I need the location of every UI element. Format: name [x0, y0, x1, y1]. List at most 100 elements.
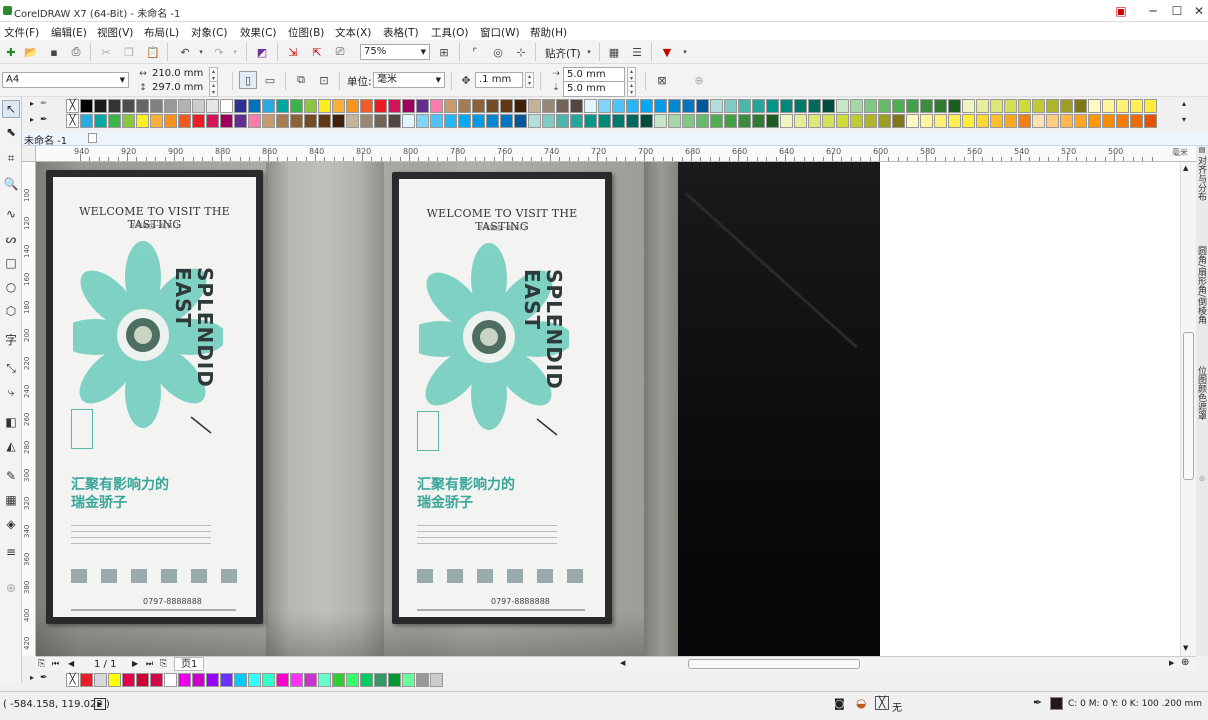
artistic-media-icon[interactable]: ᔕ: [2, 230, 20, 248]
color-swatch[interactable]: [444, 99, 457, 113]
color-swatch[interactable]: [234, 99, 247, 113]
doc-no-color-swatch[interactable]: ╳: [66, 673, 79, 687]
menu-tools[interactable]: 工具(O): [431, 25, 468, 40]
outline-pen-icon[interactable]: ≡: [2, 543, 20, 561]
color-swatch[interactable]: [444, 114, 457, 128]
color-swatch[interactable]: [108, 114, 121, 128]
color-swatch[interactable]: [990, 114, 1003, 128]
color-swatch[interactable]: [612, 99, 625, 113]
color-swatch[interactable]: [794, 99, 807, 113]
horizontal-ruler[interactable]: 940 920 900 880 860 840 820 800 780 760 740 720 700 6…: [36, 146, 1196, 162]
color-swatch[interactable]: [682, 99, 695, 113]
color-swatch[interactable]: [276, 114, 289, 128]
color-swatch[interactable]: [570, 99, 583, 113]
color-swatch[interactable]: [836, 114, 849, 128]
color-eyedropper-icon[interactable]: ✎: [2, 467, 20, 485]
color-swatch[interactable]: [584, 99, 597, 113]
polygon-tool-icon[interactable]: ⬡: [2, 302, 20, 320]
quick-customize-icon[interactable]: ⊕: [690, 71, 708, 89]
launcher-dropdown-icon[interactable]: ▾: [676, 43, 694, 61]
color-swatch[interactable]: [1130, 114, 1143, 128]
color-swatch[interactable]: [878, 114, 891, 128]
no-color-swatch[interactable]: ╳: [66, 99, 79, 113]
scroll-up-icon[interactable]: ▲: [1183, 164, 1188, 172]
color-swatch[interactable]: [332, 114, 345, 128]
color-swatch[interactable]: [178, 114, 191, 128]
color-swatch[interactable]: [766, 114, 779, 128]
color-swatch[interactable]: [192, 99, 205, 113]
current-page-icon[interactable]: ⊡: [315, 71, 333, 89]
color-swatch[interactable]: [304, 99, 317, 113]
vertical-scroll-thumb[interactable]: [1183, 332, 1194, 480]
docker-tab-bitmap-mask[interactable]: 位图颜色遮罩: [1196, 366, 1208, 420]
publish-pdf-icon[interactable]: ⎚: [331, 43, 349, 61]
color-swatch[interactable]: [682, 114, 695, 128]
doc-color-swatch[interactable]: [206, 673, 219, 687]
doc-color-swatch[interactable]: [402, 673, 415, 687]
color-swatch[interactable]: [920, 99, 933, 113]
color-swatch[interactable]: [94, 99, 107, 113]
insert-page-after-icon[interactable]: ⎘: [160, 659, 167, 669]
color-swatch[interactable]: [1144, 99, 1157, 113]
menu-object[interactable]: 对象(C): [191, 25, 228, 40]
color-swatch[interactable]: [1088, 114, 1101, 128]
doc-color-swatch[interactable]: [276, 673, 289, 687]
color-swatch[interactable]: [640, 99, 653, 113]
page-height-field[interactable]: 297.0 mm: [149, 81, 207, 97]
new-document-icon[interactable]: ✚: [2, 43, 20, 61]
color-swatch[interactable]: [1102, 99, 1115, 113]
color-swatch[interactable]: [752, 99, 765, 113]
drawing-canvas[interactable]: WELCOME TO VISIT THE TASTING 千年衡金一统名门 SP…: [36, 162, 1196, 656]
color-swatch[interactable]: [458, 114, 471, 128]
color-swatch[interactable]: [206, 114, 219, 128]
color-swatch[interactable]: [122, 99, 135, 113]
duplicate-y-spinner[interactable]: ▴ ▾: [627, 81, 636, 97]
color-swatch[interactable]: [906, 99, 919, 113]
height-spinner[interactable]: ▴ ▾: [209, 81, 218, 97]
color-swatch[interactable]: [976, 114, 989, 128]
color-swatch[interactable]: [416, 99, 429, 113]
shape-tool-icon[interactable]: ⬉: [2, 123, 20, 141]
color-swatch[interactable]: [430, 114, 443, 128]
color-swatch[interactable]: [528, 99, 541, 113]
color-swatch[interactable]: [780, 99, 793, 113]
doc-color-swatch[interactable]: [290, 673, 303, 687]
docker-add-icon[interactable]: ⊕: [1196, 474, 1208, 484]
smart-fill-icon[interactable]: ◈: [2, 515, 20, 533]
transparency-tool-icon[interactable]: ◭: [2, 437, 20, 455]
show-guidelines-icon[interactable]: ⊹: [512, 43, 530, 61]
color-swatch[interactable]: [262, 114, 275, 128]
color-proof-icon[interactable]: ◙: [834, 697, 845, 710]
color-swatch[interactable]: [80, 114, 93, 128]
color-swatch[interactable]: [248, 99, 261, 113]
snap-dropdown-icon[interactable]: ▾: [580, 43, 598, 61]
doc-color-swatch[interactable]: [150, 673, 163, 687]
doc-color-swatch[interactable]: [220, 673, 233, 687]
color-swatch[interactable]: [192, 114, 205, 128]
docker-tab-align-distribute[interactable]: 对齐与分布: [1196, 156, 1208, 201]
color-swatch[interactable]: [346, 114, 359, 128]
color-swatch[interactable]: [1144, 114, 1157, 128]
color-swatch[interactable]: [262, 99, 275, 113]
status-expand-icon[interactable]: ▶: [94, 698, 106, 710]
color-swatch[interactable]: [1116, 114, 1129, 128]
menu-effects[interactable]: 效果(C): [240, 25, 277, 40]
color-swatch[interactable]: [304, 114, 317, 128]
color-swatch[interactable]: [1130, 99, 1143, 113]
zoom-tool-icon[interactable]: 🔍: [2, 175, 20, 193]
color-swatch[interactable]: [360, 99, 373, 113]
portrait-icon[interactable]: ▯: [239, 71, 257, 89]
poster-left[interactable]: WELCOME TO VISIT THE TASTING 千年衡金一统名门 SP…: [46, 170, 263, 624]
search-content-icon[interactable]: ◩: [253, 43, 271, 61]
palette-eyedropper-icon-2[interactable]: ✒: [40, 115, 48, 125]
doc-color-swatch[interactable]: [80, 673, 93, 687]
docker-expand-icon[interactable]: ▤: [1196, 146, 1208, 156]
snap-to-label[interactable]: 贴齐(T): [545, 46, 581, 61]
all-pages-icon[interactable]: ⧉: [292, 71, 310, 89]
color-swatch[interactable]: [850, 114, 863, 128]
navigator-zoom-icon[interactable]: ⊕: [1181, 657, 1189, 668]
scroll-left-icon[interactable]: ◀: [620, 659, 625, 667]
freehand-tool-icon[interactable]: ∿: [2, 205, 20, 223]
doc-color-swatch[interactable]: [94, 673, 107, 687]
color-swatch[interactable]: [136, 114, 149, 128]
